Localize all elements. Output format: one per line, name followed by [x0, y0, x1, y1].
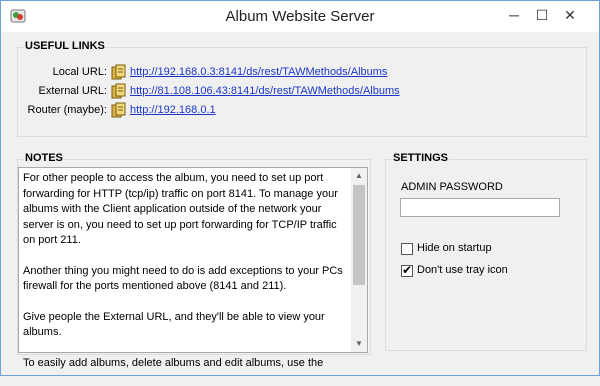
maximize-button[interactable]: ☐	[529, 5, 555, 25]
hide-on-startup-checkbox[interactable]	[401, 243, 413, 255]
router-url-label: Router (maybe):	[27, 104, 107, 116]
router-url-link[interactable]: http://192.168.0.1	[130, 102, 216, 118]
external-url-label: External URL:	[38, 85, 107, 97]
copy-link-icon[interactable]	[111, 83, 126, 99]
notes-text: For other people to access the album, yo…	[23, 171, 347, 386]
copy-link-icon[interactable]	[111, 102, 126, 118]
dont-use-tray-icon-label[interactable]: Don't use tray icon	[417, 264, 508, 276]
settings-heading: SETTINGS	[392, 152, 450, 164]
scroll-down-arrow-icon[interactable]: ▼	[351, 336, 367, 352]
link-row-external: External URL: http://81.108.106.43:8141/…	[1, 83, 600, 99]
hide-on-startup-label[interactable]: Hide on startup	[417, 242, 492, 254]
admin-password-label: ADMIN PASSWORD	[401, 181, 503, 193]
dont-use-tray-icon-checkbox[interactable]: ✔	[401, 263, 413, 277]
link-row-local: Local URL: http://192.168.0.3:8141/ds/re…	[1, 64, 600, 80]
scroll-up-arrow-icon[interactable]: ▲	[351, 168, 367, 184]
admin-password-input[interactable]	[400, 198, 560, 217]
close-button[interactable]: ✕	[557, 5, 583, 25]
notes-paragraph: For other people to access the album, yo…	[23, 172, 338, 246]
local-url-link[interactable]: http://192.168.0.3:8141/ds/rest/TAWMetho…	[130, 64, 387, 80]
link-row-router: Router (maybe): http://192.168.0.1	[1, 102, 600, 118]
external-url-link[interactable]: http://81.108.106.43:8141/ds/rest/TAWMet…	[130, 83, 400, 99]
title-bar[interactable]: Album Website Server ─ ☐ ✕	[1, 1, 599, 32]
main-window: Album Website Server ─ ☐ ✕ USEFUL LINKS …	[0, 0, 600, 376]
notes-heading: NOTES	[24, 152, 64, 164]
copy-link-icon[interactable]	[111, 64, 126, 80]
notes-scrollbar[interactable]: ▲ ▼	[351, 168, 367, 352]
useful-links-heading: USEFUL LINKS	[24, 40, 106, 52]
scrollbar-thumb[interactable]	[353, 185, 365, 285]
minimize-button[interactable]: ─	[501, 5, 527, 25]
notes-paragraph: Another thing you might need to do is ad…	[23, 264, 343, 293]
local-url-label: Local URL:	[52, 66, 107, 78]
checkmark-icon: ✔	[402, 263, 413, 277]
notes-paragraph: Give people the External URL, and they'l…	[23, 310, 325, 339]
notes-textbox[interactable]: For other people to access the album, yo…	[18, 167, 368, 369]
notes-paragraph: To easily add albums, delete albums and …	[23, 356, 324, 369]
